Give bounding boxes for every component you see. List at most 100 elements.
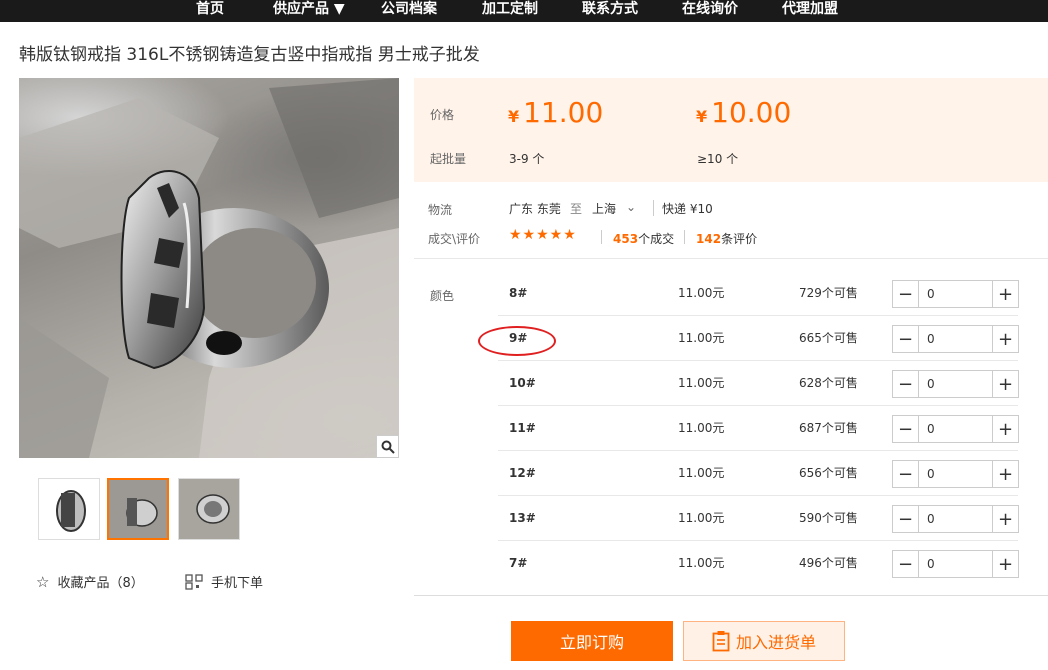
increment-button[interactable]: + [992,506,1018,532]
sku-row: 9#11.00元665个可售−+ [498,316,1019,361]
decrement-button[interactable]: − [893,506,919,532]
favorite-button[interactable]: ☆ 收藏产品（8） [36,572,144,592]
nav-inquiry[interactable]: 在线询价 [682,0,738,22]
sku-stock: 496个可售 [799,556,858,570]
quantity-input[interactable] [919,326,992,352]
quantity-input[interactable] [919,281,992,307]
quantity-input[interactable] [919,506,992,532]
thumbnail-1[interactable] [38,478,100,540]
mobile-order-label: 手机下单 [211,576,264,591]
sku-row: 10#11.00元628个可售−+ [498,361,1019,406]
thumbnail-3[interactable] [178,478,240,540]
mobile-order-button[interactable]: 手机下单 [185,572,263,591]
star-outline-icon: ☆ [36,572,50,591]
express-fee: 快递 ¥10 [662,202,713,216]
sku-price: 11.00元 [678,286,725,300]
increment-button[interactable]: + [992,416,1018,442]
price-tier-1: ¥11.00 [508,96,604,129]
product-title: 韩版钛钢戒指 316L不锈钢铸造复古竖中指戒指 男士戒子批发 [19,45,480,65]
thumbnail-2[interactable] [107,478,169,540]
moq-tier-1: 3-9 个 [509,152,545,166]
decrement-button[interactable]: − [893,371,919,397]
product-main-image[interactable] [19,78,399,458]
nav-contact[interactable]: 联系方式 [582,0,638,22]
sku-price: 11.00元 [678,466,725,480]
color-label: 颜色 [430,289,455,303]
increment-button[interactable]: + [992,551,1018,577]
increment-button[interactable]: + [992,371,1018,397]
quantity-stepper: −+ [892,280,1019,308]
sku-stock: 628个可售 [799,376,858,390]
quantity-stepper: −+ [892,460,1019,488]
ship-to-select[interactable]: 上海 ⌄ [592,200,636,217]
sku-stock: 665个可售 [799,331,858,345]
nav-products[interactable]: 供应产品 ▼ [273,0,345,22]
sku-stock: 729个可售 [799,286,858,300]
sku-stock: 687个可售 [799,421,858,435]
moq-label: 起批量 [430,152,467,166]
ship-from: 广东 东莞 [509,202,561,216]
decrement-button[interactable]: − [893,416,919,442]
increment-button[interactable]: + [992,281,1018,307]
sku-stock: 590个可售 [799,511,858,525]
ring-photo [19,78,399,458]
sku-price: 11.00元 [678,556,725,570]
highlight-annotation [478,326,556,356]
quantity-stepper: −+ [892,550,1019,578]
sku-name: 7# [509,556,528,570]
sku-row: 8#11.00元729个可售−+ [498,271,1019,316]
magnifier-icon [381,440,395,454]
quantity-input[interactable] [919,416,992,442]
sku-name: 8# [509,286,528,300]
chevron-down-icon: ⌄ [626,200,637,214]
sku-price: 11.00元 [678,421,725,435]
deals-link[interactable]: 453个成交 [613,230,674,247]
quantity-stepper: −+ [892,325,1019,353]
sku-price: 11.00元 [678,331,725,345]
reviews-link[interactable]: 142条评价 [696,230,757,247]
sku-row: 12#11.00元656个可售−+ [498,451,1019,496]
sku-name: 13# [509,511,536,525]
quantity-stepper: −+ [892,415,1019,443]
sku-name: 11# [509,421,536,435]
increment-button[interactable]: + [992,461,1018,487]
ship-to-word: 至 [570,202,583,216]
section-divider [414,258,1048,259]
sku-row: 11#11.00元687个可售−+ [498,406,1019,451]
logistics-label: 物流 [428,203,453,217]
sku-price: 11.00元 [678,511,725,525]
nav-company[interactable]: 公司档案 [381,0,437,22]
increment-button[interactable]: + [992,326,1018,352]
zoom-button[interactable] [376,435,399,458]
quantity-stepper: −+ [892,370,1019,398]
top-nav: 首页 供应产品 ▼ 公司档案 加工定制 联系方式 在线询价 代理加盟 [0,0,1048,22]
divider [684,230,685,244]
sku-row: 7#11.00元496个可售−+ [498,541,1019,586]
sku-name: 12# [509,466,536,480]
sku-price: 11.00元 [678,376,725,390]
add-to-cart-button[interactable]: 加入进货单 [683,621,845,661]
ship-to-value: 上海 [592,202,617,216]
price-label: 价格 [430,108,455,122]
nav-home[interactable]: 首页 [196,0,224,22]
rating-stars: ★★★★★ [509,227,577,243]
nav-custom[interactable]: 加工定制 [482,0,538,22]
sku-name: 10# [509,376,536,390]
nav-agent[interactable]: 代理加盟 [782,0,838,22]
divider [601,230,602,244]
qr-code-icon [185,573,203,590]
price-tier-2: ¥10.00 [696,96,792,129]
quantity-input[interactable] [919,371,992,397]
moq-tier-2: ≥10 个 [697,152,739,166]
favorite-label: 收藏产品（8） [57,576,144,591]
quantity-input[interactable] [919,551,992,577]
order-now-button[interactable]: 立即订购 [511,621,673,661]
sku-row: 13# 11.00元 590个可售 − + [498,496,1019,541]
sku-stock: 656个可售 [799,466,858,480]
quantity-input[interactable] [919,461,992,487]
reviews-label: 成交\评价 [428,232,481,246]
decrement-button[interactable]: − [893,281,919,307]
decrement-button[interactable]: − [893,461,919,487]
decrement-button[interactable]: − [893,551,919,577]
decrement-button[interactable]: − [893,326,919,352]
